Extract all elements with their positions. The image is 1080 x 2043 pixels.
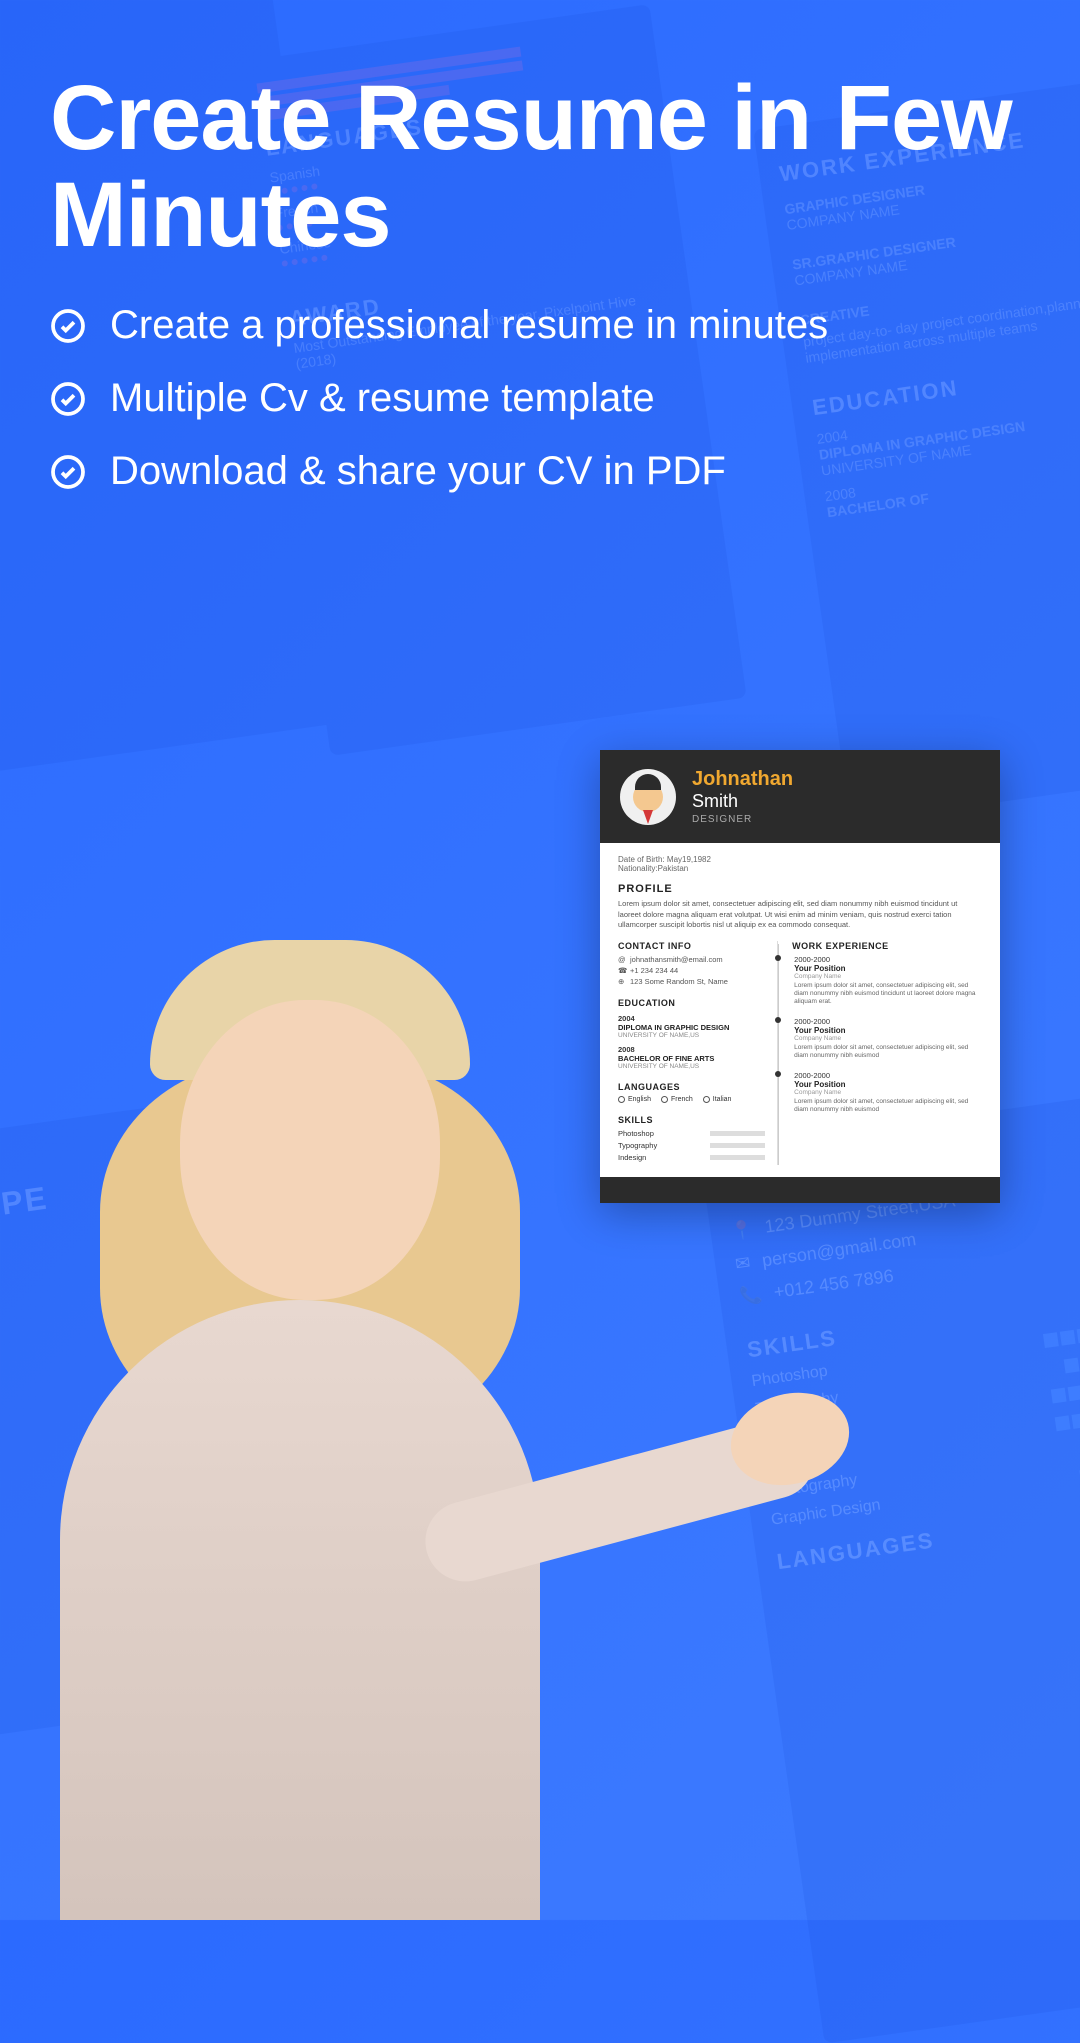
- avatar: [620, 769, 676, 825]
- person-illustration: [0, 920, 600, 1920]
- globe-icon: ⊕: [618, 977, 626, 985]
- feature-text: Multiple Cv & resume template: [110, 376, 655, 421]
- feature-item: Create a professional resume in minutes: [50, 303, 1030, 348]
- pin-icon: 📍: [729, 1219, 754, 1243]
- resume-last-name: Smith: [692, 791, 980, 812]
- feature-list: Create a professional resume in minutes …: [50, 303, 1030, 494]
- education-title: EDUCATION: [618, 998, 765, 1008]
- main-heading: Create Resume in Few Minutes: [50, 70, 1030, 263]
- contact-title: CONTACT INFO: [618, 941, 765, 951]
- resume-profile-text: Lorem ipsum dolor sit amet, consectetuer…: [618, 899, 982, 931]
- resume-profile-title: PROFILE: [618, 883, 982, 895]
- check-circle-icon: [50, 308, 86, 344]
- feature-text: Create a professional resume in minutes: [110, 303, 828, 348]
- skills-title: SKILLS: [618, 1115, 765, 1125]
- feature-item: Download & share your CV in PDF: [50, 449, 1030, 494]
- phone-icon: ☎: [618, 966, 626, 974]
- phone-icon: 📞: [738, 1284, 763, 1308]
- check-circle-icon: [50, 454, 86, 490]
- work-experience-title: WORK EXPERIENCE: [792, 941, 982, 951]
- feature-item: Multiple Cv & resume template: [50, 376, 1030, 421]
- mail-icon: ✉: [734, 1252, 752, 1275]
- check-circle-icon: [50, 381, 86, 417]
- resume-sample-card: Johnathan Smith DESIGNER Date of Birth: …: [600, 750, 1000, 1203]
- resume-first-name: Johnathan: [692, 768, 980, 791]
- languages-title: LANGUAGES: [618, 1082, 765, 1092]
- resume-role: DESIGNER: [692, 814, 980, 825]
- resume-dob: Date of Birth: May19,1982: [618, 855, 982, 864]
- at-icon: @: [618, 955, 626, 963]
- resume-nationality: Nationality:Pakistan: [618, 864, 982, 873]
- resume-header: Johnathan Smith DESIGNER: [600, 750, 1000, 843]
- feature-text: Download & share your CV in PDF: [110, 449, 726, 494]
